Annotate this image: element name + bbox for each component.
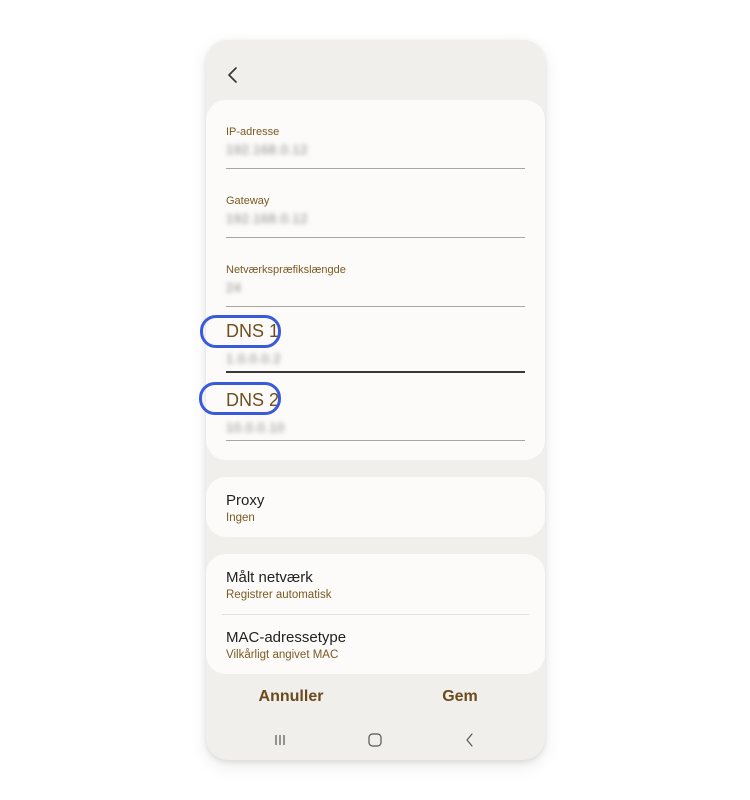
gateway-label: Gateway [226, 195, 270, 207]
prefix-length-value[interactable]: 24 [226, 280, 241, 295]
mac-address-type-value: Vilkårligt angivet MAC [226, 649, 339, 661]
back-button[interactable] [220, 62, 246, 88]
recent-apps-icon [275, 735, 285, 745]
save-button[interactable]: Gem [410, 688, 510, 708]
cancel-button[interactable]: Annuller [241, 688, 341, 708]
proxy-value: Ingen [226, 512, 255, 524]
home-button[interactable] [360, 730, 390, 750]
dns1-underline [226, 371, 525, 373]
dns1-value[interactable]: 1.0.0.0.2 [226, 351, 281, 366]
ip-address-value[interactable]: 192.168.0.12 [226, 142, 308, 157]
ip-address-underline [226, 168, 525, 169]
nav-back-button[interactable] [455, 730, 485, 750]
ip-address-label: IP-adresse [226, 126, 280, 138]
home-icon [368, 733, 382, 747]
proxy-row[interactable]: Proxy Ingen [206, 477, 545, 537]
back-icon [466, 733, 473, 747]
recent-apps-button[interactable] [265, 730, 295, 750]
dns1-highlight-outline [200, 315, 281, 348]
prefix-length-underline [226, 306, 525, 307]
mac-address-type-title: MAC-adressetype [226, 629, 347, 646]
metered-network-title: Målt netværk [226, 569, 313, 586]
dns2-value[interactable]: 10.0.0.10 [226, 420, 285, 435]
gateway-underline [226, 237, 525, 238]
network-options-card: Målt netværk Registrer automatisk MAC-ad… [206, 554, 545, 674]
ip-address-field[interactable]: IP-adresse 192.168.0.12 [226, 126, 525, 186]
dns2-underline [226, 440, 525, 441]
gateway-value[interactable]: 192.168.0.12 [226, 211, 308, 226]
chevron-left-icon [228, 67, 237, 83]
prefix-length-label: Netværkspræfikslængde [226, 264, 346, 276]
metered-network-row[interactable]: Målt netværk Registrer automatisk [206, 554, 545, 614]
dns2-highlight-outline [199, 382, 281, 415]
mac-address-type-row[interactable]: MAC-adressetype Vilkårligt angivet MAC [206, 614, 545, 674]
gateway-field[interactable]: Gateway 192.168.0.12 [226, 195, 525, 255]
metered-network-value: Registrer automatisk [226, 589, 332, 601]
prefix-length-field[interactable]: Netværkspræfikslængde 24 [226, 264, 525, 324]
proxy-title: Proxy [226, 492, 265, 509]
